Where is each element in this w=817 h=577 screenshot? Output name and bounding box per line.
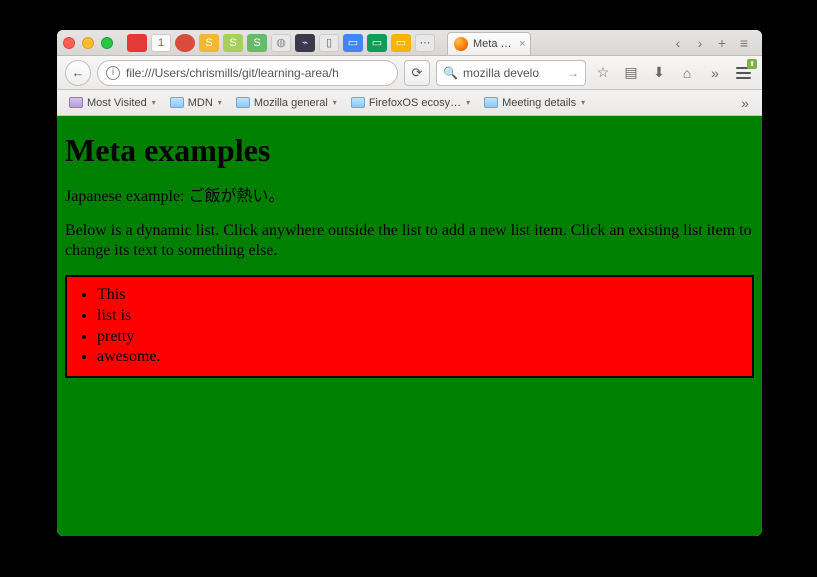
page-content[interactable]: Meta examples Japanese example: ご飯が熱い。 B…: [57, 116, 762, 536]
reader-view-button[interactable]: ▤: [620, 62, 642, 84]
update-badge-icon: ⬆: [747, 59, 757, 69]
chevron-down-icon: ▾: [152, 98, 156, 107]
list-item[interactable]: pretty: [97, 327, 744, 348]
ext-icon-6[interactable]: S: [247, 34, 267, 52]
bookmark-label: MDN: [188, 97, 213, 109]
navigation-toolbar: ← i file:///Users/chrismills/git/learnin…: [57, 56, 762, 90]
zoom-window-button[interactable]: [101, 37, 113, 49]
ext-icon-9[interactable]: ▯: [319, 34, 339, 52]
back-button[interactable]: ←: [65, 60, 91, 86]
tab-history-forward[interactable]: ›: [690, 33, 710, 53]
bookmark-meeting-details[interactable]: Meeting details ▾: [478, 95, 591, 111]
ext-icon-8[interactable]: ⌁: [295, 34, 315, 52]
search-go-icon[interactable]: →: [567, 66, 579, 80]
search-icon: 🔍: [443, 66, 458, 80]
ext-icon-12[interactable]: ▭: [391, 34, 411, 52]
folder-icon: [351, 97, 365, 108]
folder-icon: [236, 97, 250, 108]
bookmark-label: Most Visited: [87, 97, 147, 109]
bookmark-label: Meeting details: [502, 97, 576, 109]
bookmark-mozilla-general[interactable]: Mozilla general ▾: [230, 95, 343, 111]
window-controls: [63, 37, 113, 49]
url-input[interactable]: i file:///Users/chrismills/git/learning-…: [97, 60, 398, 86]
dynamic-list: This list is pretty awesome.: [97, 285, 744, 368]
new-tab-button[interactable]: +: [712, 33, 732, 53]
tab-close-button[interactable]: ×: [519, 38, 525, 50]
list-item[interactable]: This: [97, 285, 744, 306]
home-button[interactable]: ⌂: [676, 62, 698, 84]
ext-icon-7[interactable]: ◍: [271, 34, 291, 52]
list-item[interactable]: awesome.: [97, 347, 744, 368]
menu-button[interactable]: ⬆: [732, 62, 754, 84]
page-heading: Meta examples: [65, 132, 754, 169]
minimize-window-button[interactable]: [82, 37, 94, 49]
tabs: Meta … ×: [447, 30, 531, 55]
tab-controls: ‹ › + ≡: [668, 33, 754, 53]
bookmark-label: FirefoxOS ecosy…: [369, 97, 461, 109]
ext-icon-11[interactable]: ▭: [367, 34, 387, 52]
ext-icon-10[interactable]: ▭: [343, 34, 363, 52]
url-text: file:///Users/chrismills/git/learning-ar…: [126, 66, 339, 80]
extension-icons: 1 S S S ◍ ⌁ ▯ ▭ ▭ ▭ ⋯: [127, 34, 435, 52]
ext-icon-4[interactable]: S: [199, 34, 219, 52]
toolbar-overflow-button[interactable]: »: [704, 62, 726, 84]
ext-icon-2[interactable]: 1: [151, 34, 171, 52]
chevron-down-icon: ▾: [466, 98, 470, 107]
ext-icon-3[interactable]: [175, 34, 195, 52]
tab-active[interactable]: Meta … ×: [447, 32, 531, 55]
reload-button[interactable]: ⟳: [404, 60, 430, 86]
bookmark-firefoxos[interactable]: FirefoxOS ecosy… ▾: [345, 95, 476, 111]
downloads-button[interactable]: ⬇: [648, 62, 670, 84]
bookmarks-toolbar: Most Visited ▾ MDN ▾ Mozilla general ▾ F…: [57, 90, 762, 116]
paragraph-instructions: Below is a dynamic list. Click anywhere …: [65, 221, 754, 261]
ext-icon-5[interactable]: S: [223, 34, 243, 52]
firefox-favicon-icon: [454, 37, 468, 51]
folder-icon: [170, 97, 184, 108]
close-window-button[interactable]: [63, 37, 75, 49]
bookmark-star-button[interactable]: ☆: [592, 62, 614, 84]
folder-icon: [484, 97, 498, 108]
bookmark-most-visited[interactable]: Most Visited ▾: [63, 95, 162, 111]
chevron-down-icon: ▾: [218, 98, 222, 107]
search-text: mozilla develo: [463, 66, 539, 80]
chevron-down-icon: ▾: [581, 98, 585, 107]
search-input[interactable]: 🔍 mozilla develo →: [436, 60, 586, 86]
bookmarks-overflow-button[interactable]: »: [734, 92, 756, 114]
browser-window: 1 S S S ◍ ⌁ ▯ ▭ ▭ ▭ ⋯ Meta … × ‹ › + ≡: [57, 30, 762, 536]
tab-strip: 1 S S S ◍ ⌁ ▯ ▭ ▭ ▭ ⋯ Meta … × ‹ › + ≡: [57, 30, 762, 56]
paragraph-japanese: Japanese example: ご飯が熱い。: [65, 187, 754, 207]
ext-icon-1[interactable]: [127, 34, 147, 52]
bookmark-mdn[interactable]: MDN ▾: [164, 95, 228, 111]
site-info-icon[interactable]: i: [106, 66, 120, 80]
tab-title: Meta …: [473, 38, 512, 50]
list-item[interactable]: list is: [97, 306, 744, 327]
bookmark-label: Mozilla general: [254, 97, 328, 109]
tab-history-back[interactable]: ‹: [668, 33, 688, 53]
chevron-down-icon: ▾: [333, 98, 337, 107]
dynamic-list-box[interactable]: This list is pretty awesome.: [65, 275, 754, 378]
most-visited-icon: [69, 97, 83, 108]
all-tabs-button[interactable]: ≡: [734, 33, 754, 53]
ext-icon-13[interactable]: ⋯: [415, 34, 435, 52]
